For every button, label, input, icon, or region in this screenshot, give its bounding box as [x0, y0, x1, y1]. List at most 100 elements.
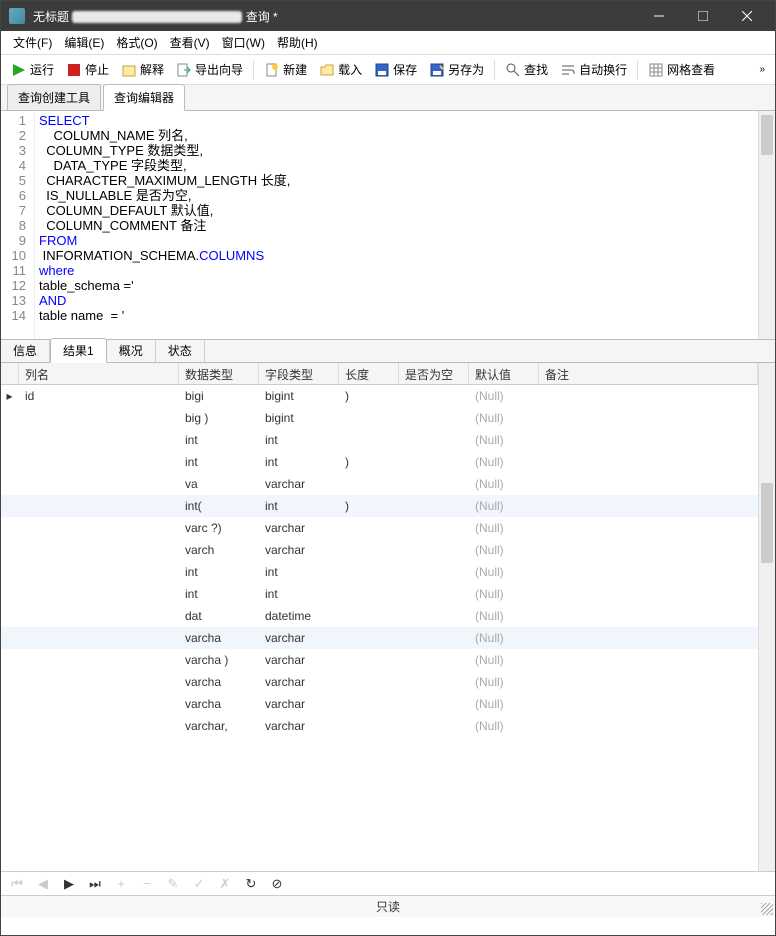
auto-wrap-button[interactable]: 自动换行 [554, 59, 633, 80]
col-header-length[interactable]: 长度 [339, 363, 399, 384]
nav-edit[interactable]: ✎ [165, 876, 181, 892]
titlebar: 无标题 查询 * [1, 1, 775, 31]
line-gutter: 1234567891011121314 [1, 111, 35, 339]
resize-grip[interactable] [761, 903, 773, 915]
col-header-datatype[interactable]: 数据类型 [179, 363, 259, 384]
scrollbar-thumb[interactable] [761, 115, 773, 155]
result-grid-wrap: 列名 数据类型 字段类型 长度 是否为空 默认值 备注 ▸idbigibigin… [1, 363, 775, 871]
col-header-nullable[interactable]: 是否为空 [399, 363, 469, 384]
menu-view[interactable]: 查看(V) [164, 32, 216, 53]
nav-first[interactable]: ⏮ [9, 876, 25, 892]
explain-icon [121, 62, 137, 78]
export-wizard-button[interactable]: 导出向导 [170, 59, 249, 80]
menu-edit[interactable]: 编辑(E) [58, 32, 110, 53]
menu-format[interactable]: 格式(O) [110, 32, 163, 53]
toolbar-overflow[interactable]: » [753, 62, 771, 77]
save-as-icon [429, 62, 445, 78]
table-row[interactable]: ▸idbigibigint)(Null) [1, 385, 758, 407]
grid-body: ▸idbigibigint)(Null)big )bigint(Null)int… [1, 385, 758, 737]
table-row[interactable]: varcha )varchar(Null) [1, 649, 758, 671]
table-row[interactable]: varchvarchar(Null) [1, 539, 758, 561]
nav-stop[interactable]: ⊘ [269, 876, 285, 892]
menu-file[interactable]: 文件(F) [7, 32, 58, 53]
editor-scrollbar[interactable] [758, 111, 775, 339]
wrap-icon [560, 62, 576, 78]
code-area[interactable]: SELECT COLUMN_NAME 列名, COLUMN_TYPE 数据类型,… [35, 111, 758, 339]
tab-query-builder[interactable]: 查询创建工具 [7, 84, 101, 110]
minimize-button[interactable] [639, 2, 679, 30]
new-button[interactable]: 新建 [258, 59, 313, 80]
load-button[interactable]: 载入 [313, 59, 368, 80]
nav-delete[interactable]: − [139, 876, 155, 891]
explain-button[interactable]: 解释 [115, 59, 170, 80]
save-icon [374, 62, 390, 78]
redacted [72, 11, 242, 23]
nav-confirm[interactable]: ✓ [191, 876, 207, 892]
statusbar: 只读 [1, 895, 775, 917]
tab-profile[interactable]: 概况 [107, 339, 156, 362]
table-row[interactable]: int(int)(Null) [1, 495, 758, 517]
table-row[interactable]: intint(Null) [1, 429, 758, 451]
col-header-fieldtype[interactable]: 字段类型 [259, 363, 339, 384]
run-button[interactable]: 运行 [5, 59, 60, 80]
maximize-button[interactable] [683, 2, 723, 30]
grid-scrollbar[interactable] [758, 363, 775, 871]
nav-prev[interactable]: ◀ [35, 876, 51, 892]
folder-open-icon [319, 62, 335, 78]
sql-editor[interactable]: 1234567891011121314 SELECT COLUMN_NAME 列… [1, 111, 775, 339]
table-row[interactable]: varchavarchar(Null) [1, 671, 758, 693]
app-icon [9, 8, 25, 24]
separator [494, 60, 495, 80]
col-header-name[interactable]: 列名 [19, 363, 179, 384]
menubar: 文件(F) 编辑(E) 格式(O) 查看(V) 窗口(W) 帮助(H) [1, 31, 775, 55]
table-row[interactable]: big )bigint(Null) [1, 407, 758, 429]
find-button[interactable]: 查找 [499, 59, 554, 80]
tab-query-editor[interactable]: 查询编辑器 [103, 84, 185, 111]
save-as-button[interactable]: 另存为 [423, 59, 490, 80]
close-button[interactable] [727, 2, 767, 30]
play-icon [11, 62, 27, 78]
tab-result1[interactable]: 结果1 [50, 338, 107, 363]
row-indicator-header [1, 363, 19, 384]
grid-view-button[interactable]: 网格查看 [642, 59, 721, 80]
save-button[interactable]: 保存 [368, 59, 423, 80]
stop-icon [66, 62, 82, 78]
new-icon [264, 62, 280, 78]
title-suffix: 查询 * [246, 10, 278, 24]
table-row[interactable]: varc ?)varchar(Null) [1, 517, 758, 539]
record-navigator: ⏮ ◀ ▶ ⏭ + − ✎ ✓ ✗ ↻ ⊘ [1, 871, 775, 895]
menu-window[interactable]: 窗口(W) [216, 32, 271, 53]
col-header-default[interactable]: 默认值 [469, 363, 539, 384]
table-row[interactable]: varchavarchar(Null) [1, 627, 758, 649]
separator [637, 60, 638, 80]
result-grid[interactable]: 列名 数据类型 字段类型 长度 是否为空 默认值 备注 ▸idbigibigin… [1, 363, 758, 871]
menu-help[interactable]: 帮助(H) [271, 32, 324, 53]
nav-refresh[interactable]: ↻ [243, 876, 259, 892]
nav-last[interactable]: ⏭ [87, 876, 103, 892]
stop-button[interactable]: 停止 [60, 59, 115, 80]
toolbar: 运行 停止 解释 导出向导 新建 载入 保存 另存为 查找 自动换行 网格查看 … [1, 55, 775, 85]
nav-next[interactable]: ▶ [61, 876, 77, 892]
table-row[interactable]: intint(Null) [1, 561, 758, 583]
table-row[interactable]: vavarchar(Null) [1, 473, 758, 495]
table-row[interactable]: varchar,varchar(Null) [1, 715, 758, 737]
window-title: 无标题 查询 * [33, 8, 639, 25]
result-tabs: 信息 结果1 概况 状态 [1, 339, 775, 363]
nav-cancel[interactable]: ✗ [217, 876, 233, 892]
table-row[interactable]: datdatetime(Null) [1, 605, 758, 627]
table-row[interactable]: intint)(Null) [1, 451, 758, 473]
grid-header: 列名 数据类型 字段类型 长度 是否为空 默认值 备注 [1, 363, 758, 385]
tab-info[interactable]: 信息 [1, 339, 50, 362]
scrollbar-thumb[interactable] [761, 483, 773, 563]
col-header-remark[interactable]: 备注 [539, 363, 758, 384]
grid-icon [648, 62, 664, 78]
separator [253, 60, 254, 80]
table-row[interactable]: varchavarchar(Null) [1, 693, 758, 715]
window-buttons [639, 2, 767, 30]
editor-tabs: 查询创建工具 查询编辑器 [1, 85, 775, 111]
title-prefix: 无标题 [33, 10, 69, 24]
tab-status[interactable]: 状态 [156, 339, 205, 362]
nav-add[interactable]: + [113, 876, 129, 891]
search-icon [505, 62, 521, 78]
table-row[interactable]: intint(Null) [1, 583, 758, 605]
